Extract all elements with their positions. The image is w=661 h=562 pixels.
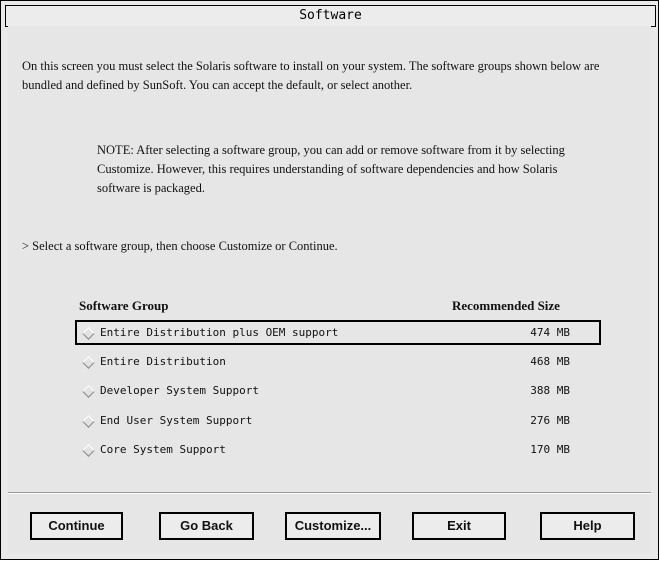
software-group-option-entire-distribution[interactable]: Entire Distribution 468 MB	[75, 349, 601, 374]
option-label: Entire Distribution plus OEM support	[100, 326, 339, 339]
software-group-option-entire-distribution-oem[interactable]: Entire Distribution plus OEM support 474…	[75, 320, 601, 345]
column-header-recommended-size: Recommended Size	[452, 298, 560, 313]
radio-diamond-icon[interactable]	[82, 356, 95, 369]
option-size: 276 MB	[530, 414, 570, 427]
window-title: Software	[5, 5, 656, 27]
option-label: Core System Support	[100, 443, 226, 456]
software-group-option-developer-system-support[interactable]: Developer System Support 388 MB	[75, 378, 601, 403]
radio-diamond-icon[interactable]	[82, 415, 95, 428]
instruction-prompt: > Select a software group, then choose C…	[22, 239, 338, 253]
column-header-software-group: Software Group	[79, 298, 169, 313]
radio-diamond-icon[interactable]	[82, 385, 95, 398]
option-size: 474 MB	[530, 326, 570, 339]
option-label: Entire Distribution	[100, 355, 226, 368]
radio-diamond-icon[interactable]	[82, 327, 95, 340]
customize-button[interactable]: Customize...	[285, 512, 381, 540]
continue-button[interactable]: Continue	[30, 512, 123, 540]
software-group-option-end-user-system-support[interactable]: End User System Support 276 MB	[75, 408, 601, 433]
intro-text: On this screen you must select the Solar…	[22, 59, 600, 92]
option-label: End User System Support	[100, 414, 253, 427]
exit-button[interactable]: Exit	[412, 512, 506, 540]
option-size: 468 MB	[530, 355, 570, 368]
note-text: NOTE: After selecting a software group, …	[97, 143, 565, 195]
option-size: 388 MB	[530, 384, 570, 397]
option-size: 170 MB	[530, 443, 570, 456]
software-group-option-core-system-support[interactable]: Core System Support 170 MB	[75, 437, 601, 462]
option-label: Developer System Support	[100, 384, 259, 397]
help-button[interactable]: Help	[540, 512, 635, 540]
radio-diamond-icon[interactable]	[82, 444, 95, 457]
go-back-button[interactable]: Go Back	[159, 512, 254, 540]
